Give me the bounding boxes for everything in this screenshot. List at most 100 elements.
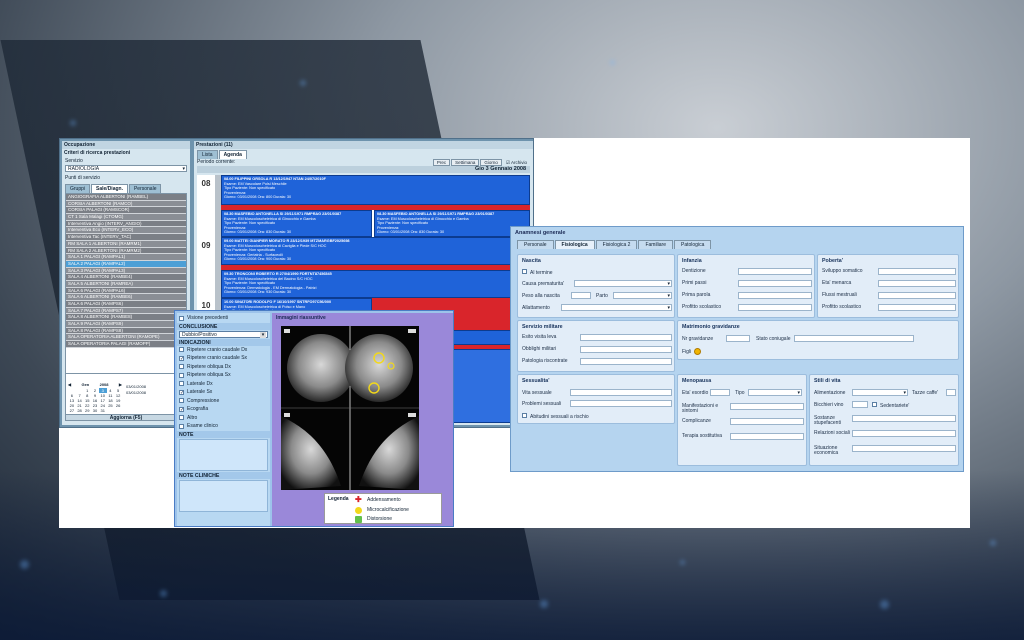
checkbox[interactable] [522, 269, 527, 274]
indication-option[interactable]: ✓ Ripetere cranio caudale Sx [177, 354, 270, 363]
list-item[interactable]: Interventiva Angio (INTERV_ANGIO) [66, 220, 186, 228]
field-input[interactable] [730, 418, 804, 425]
list-item[interactable]: RM SALA 1 ALBERTONI (RAMRM1) [66, 240, 186, 248]
menopause-type-select[interactable]: ▾ [748, 389, 802, 396]
field-input[interactable] [580, 358, 672, 365]
list-item[interactable]: Interventiva Eco (INTERV_ECO) [66, 227, 186, 235]
tab-physiological-2[interactable]: Fisiologica 2 [595, 240, 638, 249]
sexual-life-input[interactable] [570, 389, 672, 396]
checkbox[interactable] [179, 398, 184, 404]
tab-agenda[interactable]: Agenda [218, 149, 247, 159]
field-input[interactable] [738, 304, 812, 311]
tab-staff[interactable]: Personale [128, 184, 162, 193]
mini-calendar[interactable]: ◀ Gen 2008 ▶ 1 2 3 4 5 6 7 8 9 10 11 12 13 14 15 16 17 18 19 2… [68, 382, 122, 413]
checkbox[interactable]: ✓ [179, 389, 184, 395]
list-item[interactable]: SALA 9 PALAGI (RAMPS9) [66, 321, 186, 328]
calendar-day[interactable]: 28 [76, 408, 84, 413]
field-input[interactable] [730, 433, 804, 440]
conclusion-select[interactable]: Dubbio/Positivo ▾ [179, 330, 268, 338]
tab-groups[interactable]: Gruppi [65, 184, 91, 193]
list-item[interactable]: Interventiva Tac (INTERV_TAC) [66, 234, 186, 241]
checkbox[interactable]: ✓ [179, 406, 184, 412]
indication-option[interactable]: Altro [177, 414, 270, 423]
list-item[interactable]: SALA 6 ALBERTONI (RAMBE6) [66, 294, 186, 301]
appointment-card[interactable]: 09.00 MATTEI GIANPIER MORATO R 23/12/193… [221, 237, 530, 265]
prev-button[interactable]: Prec [432, 158, 451, 166]
indication-option[interactable]: Ripetere cranio caudale Dx [177, 346, 270, 355]
delivery-select[interactable]: ▾ [613, 292, 672, 299]
list-item[interactable]: CT 1 Sala Malagi (CTOMG) [66, 214, 186, 221]
premature-cause-select[interactable]: ▾ [574, 280, 672, 287]
calendar-day[interactable]: 27 [68, 408, 76, 413]
appointment-card[interactable]: 09.30 TRONCONI ROBERTO R 27/04/1990 FDRT… [221, 270, 530, 298]
appointment-card[interactable]: 08.30 MASFEBIO ANTONELLA SI 29/11/1971 R… [374, 210, 530, 237]
at-term-checkbox[interactable]: Al termine [522, 269, 553, 276]
field-input[interactable] [580, 334, 672, 341]
field-input[interactable] [852, 415, 956, 422]
mammogram-image[interactable] [281, 326, 419, 490]
checkbox[interactable] [872, 402, 877, 407]
field-input[interactable] [580, 346, 672, 353]
calendar-next-icon[interactable]: ▶ [119, 382, 122, 387]
tab-list[interactable]: Lista [197, 149, 218, 159]
list-item[interactable]: SALA 7 PALAGI (RAMPS7) [66, 307, 186, 315]
rooms-list[interactable]: ANGIOGRAFIA ALBERTONI (RAMBEL) CORSIA ALB… [65, 193, 187, 380]
archive-toggle[interactable]: ☑ Archivio [503, 160, 530, 166]
calendar-day[interactable]: 26 [114, 403, 122, 408]
field-input[interactable] [878, 304, 956, 311]
day-button[interactable]: Giorno [480, 158, 502, 166]
diet-select[interactable]: ▾ [852, 389, 908, 396]
list-item[interactable]: SALA 3 PALAGI (RAMPAL3) [66, 267, 186, 275]
list-item[interactable]: SALA 6 PALAGI (RAMPAL6) [66, 287, 186, 295]
checkbox[interactable] [179, 415, 184, 421]
tab-rooms[interactable]: Sale/Diagn. [91, 184, 128, 193]
field-input[interactable] [738, 268, 812, 275]
list-item[interactable]: SALA 5 ALBERTONI (RAMREA) [66, 280, 186, 288]
note-textarea[interactable] [179, 438, 268, 471]
tab-physiological[interactable]: Fisiologica [554, 240, 595, 249]
list-item[interactable]: SALA 8 PALAGI (RAMPS8) [66, 327, 186, 335]
calendar-day[interactable]: 30 [91, 408, 99, 413]
calendar-day[interactable]: 29 [83, 408, 91, 413]
indication-option[interactable]: Esame clinico [177, 422, 270, 431]
indication-option[interactable]: Compressione [177, 397, 270, 406]
indication-option[interactable]: Ripetere obliqua Sx [177, 371, 270, 380]
list-item[interactable]: SALA OPERATORIA ALBERTONI (RAMOPE) [66, 334, 186, 342]
birth-weight-input[interactable] [571, 292, 591, 299]
appointment-card[interactable]: 08.00 FILIPPINI ORSOLA R 13/12/1947 NTAN… [221, 175, 530, 205]
marital-input[interactable] [794, 335, 914, 342]
checkbox[interactable]: ✓ [179, 355, 184, 361]
checkbox[interactable] [179, 347, 184, 353]
indication-option[interactable]: ✓ Laterale Sx [177, 388, 270, 397]
option-previous-views[interactable]: Visione precedenti [177, 314, 270, 323]
pregnancies-input[interactable] [726, 335, 750, 342]
checkbox[interactable] [179, 381, 184, 387]
sedentary-checkbox[interactable]: Sedentariete' [872, 402, 909, 409]
indication-option[interactable]: Ripetere obliqua Dx [177, 363, 270, 372]
week-button[interactable]: Settimana [451, 158, 480, 166]
checkbox[interactable] [179, 364, 184, 370]
field-input[interactable] [852, 445, 956, 452]
field-input[interactable] [878, 268, 956, 275]
list-item[interactable]: SALA 1 PALAGI (RAMPAL1) [66, 254, 186, 261]
sexual-problems-input[interactable] [570, 400, 672, 407]
list-item[interactable]: SALA 8 ALBERTONI (RAMBE8) [66, 314, 186, 322]
calendar-prev-icon[interactable]: ◀ [68, 382, 71, 387]
indication-option[interactable]: Laterale Dx [177, 380, 270, 389]
checkbox[interactable] [522, 413, 527, 418]
appointment-card[interactable]: 08.30 MASFEBIO ANTONELLA SI 29/11/1971 R… [221, 210, 372, 237]
update-button[interactable]: Aggiorna (F5) [65, 414, 187, 421]
risk-checkbox[interactable]: Abitudini sessuali a rischio [522, 413, 589, 420]
add-child-icon[interactable] [694, 348, 702, 355]
onset-input[interactable] [710, 389, 730, 396]
checkbox[interactable] [179, 315, 184, 321]
calendar-day[interactable]: 25 [107, 403, 115, 408]
list-item[interactable]: RM SALA 2 ALBERTONI (RAMRM2) [66, 247, 186, 255]
calendar-day[interactable]: 31 [99, 408, 107, 413]
list-item[interactable]: SALA 6 PALAGI (RAMPS6) [66, 301, 186, 308]
field-input[interactable] [738, 292, 812, 299]
field-input[interactable] [730, 403, 804, 410]
field-input[interactable] [852, 430, 956, 437]
wine-input[interactable] [852, 401, 868, 408]
field-input[interactable] [878, 280, 956, 287]
